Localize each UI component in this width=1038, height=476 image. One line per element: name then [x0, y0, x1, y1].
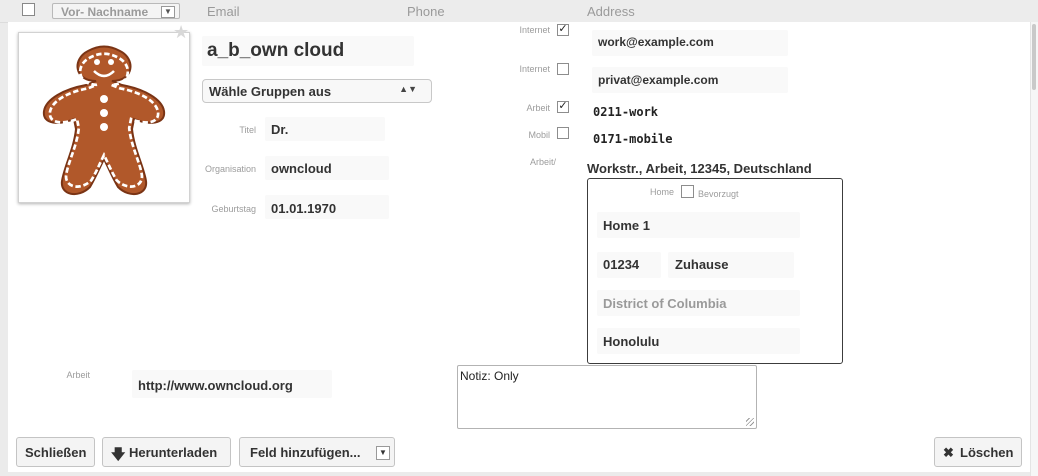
email-type-label[interactable]: Internet [500, 25, 550, 35]
groups-select[interactable]: Wähle Gruppen aus ▲▼ [202, 79, 432, 103]
download-button[interactable]: 🡇 Herunterladen [102, 437, 231, 467]
address-summary[interactable]: Workstr., Arbeit, 12345, Deutschland [587, 161, 812, 176]
select-arrows-icon: ▲▼ [399, 84, 417, 94]
delete-x-icon: ✖ [943, 445, 954, 460]
zip-field[interactable]: 01234 [603, 257, 639, 272]
title-label: Titel [239, 125, 256, 135]
delete-button[interactable]: ✖ Löschen [934, 437, 1022, 467]
phone-type-label[interactable]: Arbeit [500, 103, 550, 113]
notes-text: Notiz: Only [460, 369, 519, 383]
name-sort-label: Vor- Nachname [61, 5, 149, 19]
address-type-label[interactable]: Arbeit/ [500, 157, 556, 167]
groups-select-label: Wähle Gruppen aus [209, 84, 332, 99]
email-field[interactable]: privat@example.com [598, 73, 718, 87]
column-email[interactable]: Email [207, 4, 240, 19]
name-sort-select[interactable]: Vor- Nachname ▼ [52, 3, 180, 19]
chevron-down-icon: ▼ [161, 6, 175, 18]
phone-preferred-checkbox[interactable]: ✓ [557, 101, 569, 113]
download-arrow-icon: 🡇 [111, 446, 126, 462]
notes-textarea[interactable]: Notiz: Only [457, 365, 757, 429]
add-field-label: Feld hinzufügen... [250, 445, 361, 460]
gingerbread-man-icon [42, 45, 166, 196]
scrollbar[interactable] [1030, 22, 1038, 476]
phone-field[interactable]: 0171-mobile [593, 132, 672, 146]
email-preferred-checkbox[interactable] [557, 63, 569, 75]
chevron-down-icon: ▼ [376, 446, 390, 460]
email-field[interactable]: work@example.com [598, 35, 714, 49]
region-field[interactable]: District of Columbia [603, 296, 727, 311]
organisation-label: Organisation [204, 164, 256, 174]
organisation-field[interactable]: owncloud [271, 161, 332, 176]
phone-preferred-checkbox[interactable] [557, 127, 569, 139]
city-field[interactable]: Zuhause [675, 257, 728, 272]
address-preferred-label: Bevorzugt [698, 189, 739, 199]
url-type-label[interactable]: Arbeit [36, 370, 90, 380]
delete-button-label: Löschen [960, 445, 1014, 460]
close-button-label: Schließen [25, 445, 87, 460]
select-all-checkbox[interactable] [22, 3, 35, 16]
contact-fullname[interactable]: a_b_own cloud [207, 40, 344, 62]
contact-photo[interactable] [18, 32, 190, 203]
download-button-label: Herunterladen [129, 445, 218, 460]
resize-grip-icon[interactable] [746, 418, 754, 426]
url-field[interactable]: http://www.owncloud.org [138, 378, 293, 393]
birthday-label: Geburtstag [211, 204, 256, 214]
phone-type-label[interactable]: Mobil [500, 130, 550, 140]
column-phone[interactable]: Phone [407, 4, 445, 19]
scrollbar-thumb[interactable] [1032, 24, 1036, 90]
country-field[interactable]: Honolulu [603, 334, 659, 349]
favorite-star-icon[interactable]: ★ [173, 22, 189, 43]
add-field-button[interactable]: Feld hinzufügen... ▼ [239, 437, 395, 467]
street-field[interactable]: Home 1 [603, 218, 650, 233]
email-preferred-checkbox[interactable]: ✓ [557, 24, 569, 36]
column-address[interactable]: Address [587, 4, 635, 19]
phone-field[interactable]: 0211-work [593, 105, 658, 119]
birthday-field[interactable]: 01.01.1970 [271, 201, 336, 216]
title-field[interactable]: Dr. [271, 122, 288, 137]
email-type-label[interactable]: Internet [500, 64, 550, 74]
address-box-type-label[interactable]: Home [630, 187, 674, 197]
close-button[interactable]: Schließen [16, 437, 95, 467]
address-preferred-checkbox[interactable] [681, 185, 694, 198]
